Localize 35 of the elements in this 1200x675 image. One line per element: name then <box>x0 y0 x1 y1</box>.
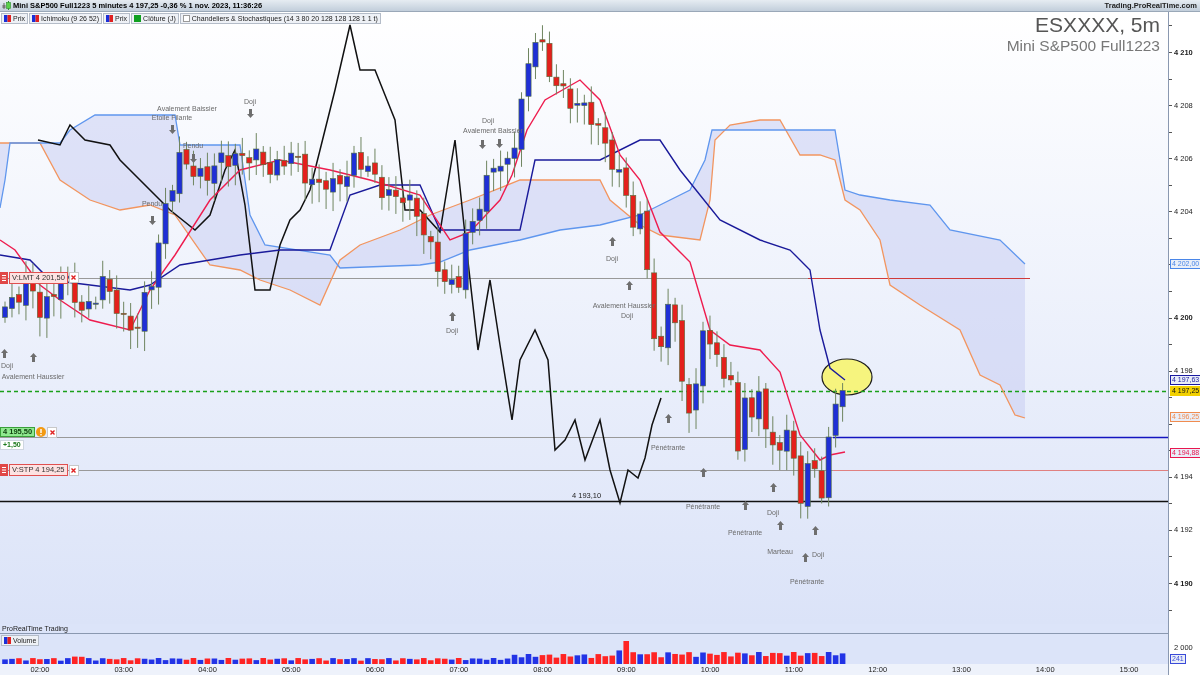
down-arrow-icon <box>246 108 254 118</box>
up-arrow-icon <box>448 311 456 321</box>
up-arrow-icon <box>811 525 819 535</box>
warning-icon <box>36 427 47 438</box>
highlight-ellipse <box>821 358 873 396</box>
close-icon <box>71 275 77 281</box>
up-arrow-icon <box>776 520 784 530</box>
up-arrow-icon <box>741 500 749 510</box>
close-button[interactable] <box>68 464 79 476</box>
close-icon <box>49 429 55 435</box>
swatch-icon <box>106 15 114 22</box>
close-button[interactable] <box>68 272 79 284</box>
swatch-icon <box>32 15 40 22</box>
symbol-title: ESXXXX, 5m <box>1035 12 1160 37</box>
up-arrow-icon <box>0 348 8 358</box>
swatch-icon <box>4 637 11 644</box>
up-arrow-icon <box>699 467 707 477</box>
close-button[interactable] <box>47 426 58 438</box>
swatch-icon <box>4 15 11 22</box>
swatch-icon <box>134 15 142 22</box>
up-arrow-icon <box>625 280 633 290</box>
up-arrow-icon <box>664 413 672 423</box>
down-arrow-icon <box>168 124 176 134</box>
up-arrow-icon <box>769 482 777 492</box>
up-arrow-icon <box>608 236 616 246</box>
up-arrow-icon <box>29 352 37 362</box>
candlestick-icon <box>2 1 11 10</box>
down-arrow-icon <box>189 153 197 163</box>
up-arrow-icon <box>801 552 809 562</box>
checkbox-icon[interactable] <box>182 15 190 22</box>
drag-handle-icon[interactable] <box>0 464 8 477</box>
close-icon <box>71 467 77 473</box>
down-arrow-icon <box>148 215 156 225</box>
drag-handle-icon[interactable] <box>0 271 8 284</box>
instrument-name: Mini S&P500 Full1223 <box>1006 37 1160 55</box>
